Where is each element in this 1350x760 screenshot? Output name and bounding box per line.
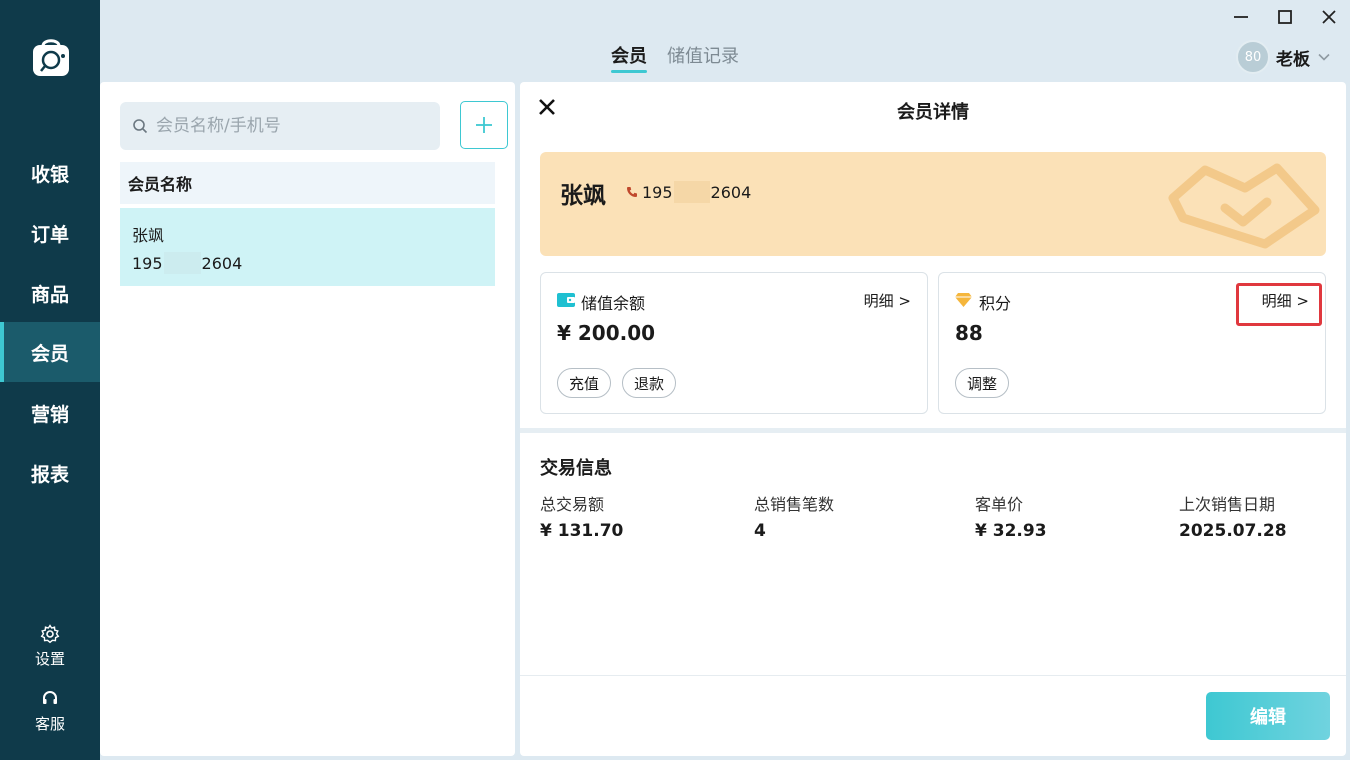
- balance-detail-link[interactable]: 明细 >: [864, 290, 911, 311]
- points-detail-link[interactable]: 明细 >: [1262, 290, 1309, 311]
- chevron-down-icon: [1318, 53, 1330, 61]
- nav-item-marketing[interactable]: 营销: [0, 383, 100, 443]
- sidebar: 收银 订单 商品 会员 营销 报表 设置 客服: [0, 0, 100, 760]
- avatar: 80: [1236, 40, 1270, 74]
- edit-button[interactable]: 编辑: [1206, 692, 1330, 740]
- stat-value: ¥ 32.93: [975, 521, 1047, 541]
- tab-stored-value-records[interactable]: 储值记录: [667, 42, 739, 68]
- member-name: 张飒: [132, 226, 165, 245]
- user-name: 老板: [1276, 49, 1310, 70]
- phone-mask: [673, 181, 710, 203]
- nav-item-reports[interactable]: 报表: [0, 443, 100, 503]
- window-close-icon[interactable]: [1318, 6, 1340, 28]
- user-menu[interactable]: 80 老板: [1236, 40, 1330, 74]
- top-tabs: 会员 储值记录: [0, 42, 1350, 74]
- phone-icon: [627, 187, 637, 197]
- divider: [520, 675, 1346, 676]
- stat-value: 2025.07.28: [1179, 521, 1287, 541]
- nav-item-members[interactable]: 会员: [0, 322, 100, 382]
- page-title: 会员详情: [897, 102, 969, 123]
- search-box: [120, 102, 440, 150]
- stat-label: 客单价: [975, 495, 1024, 514]
- stat-sales-count: 总销售笔数 4: [754, 491, 834, 541]
- points-value: 88: [955, 321, 983, 345]
- settings-button[interactable]: 设置: [0, 624, 100, 669]
- member-card: 张飒 195 2604: [540, 152, 1326, 256]
- card-phone: 195 2604: [626, 181, 751, 203]
- adjust-button[interactable]: 调整: [955, 368, 1010, 398]
- wallet-icon: [557, 293, 575, 307]
- member-phone-suffix: 2604: [201, 253, 243, 273]
- service-label: 客服: [34, 715, 65, 733]
- stat-avg-price: 客单价 ¥ 32.93: [975, 491, 1047, 541]
- recharge-button[interactable]: 充值: [557, 368, 612, 398]
- settings-label: 设置: [34, 650, 65, 668]
- stat-total-amount: 总交易额 ¥ 131.70: [540, 491, 623, 541]
- maximize-icon[interactable]: [1274, 6, 1296, 28]
- points-box: 积分 明细 > 88 调整: [938, 272, 1326, 414]
- member-detail-panel: 会员详情 张飒 195 2604 储值余额 明细 > ¥ 200.00 充值 退…: [520, 82, 1346, 756]
- stat-label: 总交易额: [540, 495, 605, 514]
- list-item[interactable]: 张飒 195 2604: [120, 208, 495, 286]
- tab-members[interactable]: 会员: [611, 42, 647, 73]
- add-member-button[interactable]: [460, 101, 508, 149]
- stat-value: 4: [754, 521, 766, 541]
- refund-button[interactable]: 退款: [622, 368, 677, 398]
- divider: [520, 428, 1346, 433]
- points-label: 积分: [979, 294, 1012, 313]
- card-phone-suffix: 2604: [710, 182, 752, 202]
- balance-label: 储值余额: [581, 294, 646, 313]
- minimize-icon[interactable]: [1230, 6, 1252, 28]
- service-button[interactable]: 客服: [0, 689, 100, 734]
- gear-icon: [40, 624, 60, 644]
- stat-last-sale-date: 上次销售日期 2025.07.28: [1179, 491, 1287, 541]
- section-title: 交易信息: [540, 458, 612, 479]
- stat-value: ¥ 131.70: [540, 521, 624, 541]
- member-card-watermark-icon: [1168, 163, 1320, 249]
- search-icon: [133, 119, 148, 134]
- list-header: 会员名称: [120, 162, 495, 204]
- stat-label: 总销售笔数: [754, 495, 835, 514]
- nav-item-cashier[interactable]: 收银: [0, 143, 100, 203]
- nav-item-orders[interactable]: 订单: [0, 203, 100, 263]
- card-phone-prefix: 195: [642, 182, 673, 202]
- plus-icon: [476, 117, 492, 133]
- diamond-icon: [955, 293, 972, 307]
- balance-value: ¥ 200.00: [557, 321, 656, 345]
- headset-icon: [43, 691, 57, 704]
- member-phone: 195 2604: [132, 252, 483, 274]
- card-member-name: 张飒: [560, 183, 606, 209]
- stat-label: 上次销售日期: [1179, 495, 1276, 514]
- balance-box: 储值余额 明细 > ¥ 200.00 充值 退款: [540, 272, 928, 414]
- member-list-panel: 会员名称 张飒 195 2604: [100, 82, 515, 756]
- nav-item-products[interactable]: 商品: [0, 263, 100, 323]
- member-phone-prefix: 195: [132, 253, 163, 273]
- phone-mask: [163, 252, 201, 274]
- search-input[interactable]: [156, 116, 426, 136]
